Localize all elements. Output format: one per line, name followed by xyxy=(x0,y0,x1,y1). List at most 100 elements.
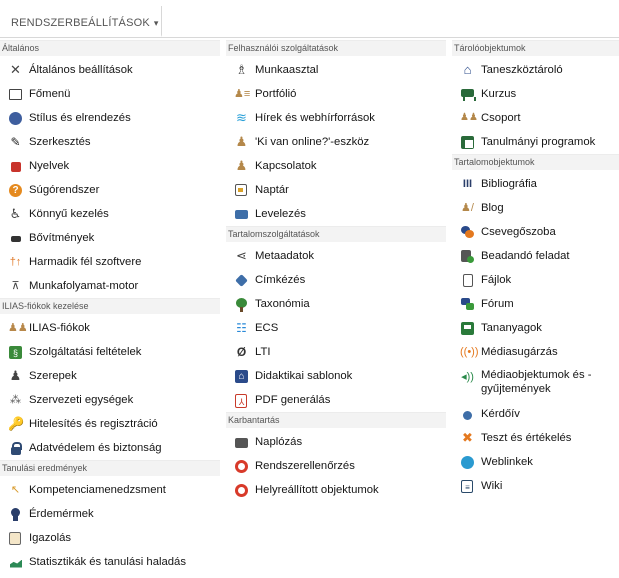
study-programme-icon xyxy=(460,135,475,150)
menu-item-contacts[interactable]: ♟ Kapcsolatok xyxy=(226,154,446,178)
template-icon: ⌂ xyxy=(234,369,249,384)
menu-item-plugins[interactable]: Bővítmények xyxy=(0,226,220,250)
menu-item-forum[interactable]: Fórum xyxy=(452,292,619,316)
menu-item-style[interactable]: Stílus és elrendezés xyxy=(0,106,220,130)
menu-column-3: Tárolóobjektumok ⌂ Taneszköztároló Kurzu… xyxy=(452,40,619,498)
menu-item-mediacast[interactable]: ((•)) Médiasugárzás xyxy=(452,340,619,364)
course-icon xyxy=(460,87,476,102)
menu-item-org-units[interactable]: ⁂ Szervezeti egységek xyxy=(0,388,220,412)
menu-item-news[interactable]: ≋ Hírek és webhírforrások xyxy=(226,106,446,130)
menu-item-badges[interactable]: Érdemérmek xyxy=(0,502,220,526)
menu-item-languages[interactable]: Nyelvek xyxy=(0,154,220,178)
menu-item-main-menu[interactable]: Főmenü xyxy=(0,82,220,106)
menu-item-ecs[interactable]: ☷ ECS xyxy=(226,316,446,340)
bibliography-icon: III xyxy=(462,177,473,190)
menu-item-files[interactable]: Fájlok xyxy=(452,268,619,292)
mail-icon xyxy=(234,207,249,222)
plugin-icon xyxy=(8,231,23,246)
menu-item-who-is-online[interactable]: ♟ 'Ki van online?'-eszköz xyxy=(226,130,446,154)
help-icon: ? xyxy=(8,183,23,198)
menu-item-workflow[interactable]: ⊼ Munkafolyamat-motor xyxy=(0,274,220,298)
exercise-icon xyxy=(460,249,475,264)
ecs-icon: ☷ xyxy=(236,320,247,335)
repository-icon: ⌂ xyxy=(463,61,472,77)
menu-item-roles[interactable]: ♟ Szerepek xyxy=(0,364,220,388)
tab-bar: RENDSZERBEÁLLÍTÁSOK ▾ xyxy=(0,0,619,38)
group-title-user-services: Felhasználói szolgáltatások xyxy=(226,40,446,56)
menu-item-group[interactable]: ♟♟ Csoport xyxy=(452,106,619,130)
menu-item-logging[interactable]: Naplózás xyxy=(226,430,446,454)
org-units-icon: ⁂ xyxy=(10,393,21,406)
menu-item-accounts[interactable]: ♟♟ ILIAS-fiókok xyxy=(0,316,220,340)
rss-icon: ≋ xyxy=(236,109,247,125)
menu-item-mail[interactable]: Levelezés xyxy=(226,202,446,226)
menu-item-tagging[interactable]: Címkézés xyxy=(226,268,446,292)
group-title-accounts: ILIAS-fiókok kezelése xyxy=(0,298,220,314)
users-icon: ♟♟ xyxy=(8,321,28,334)
menu-item-calendar[interactable]: Naptár xyxy=(226,178,446,202)
menu-item-authentication[interactable]: 🔑 Hitelesítés és regisztráció xyxy=(0,412,220,436)
menu-item-metadata[interactable]: ⋖ Metaadatok xyxy=(226,244,446,268)
tab-rendszerbeallitasok[interactable]: RENDSZERBEÁLLÍTÁSOK ▾ xyxy=(0,6,162,37)
menu-item-chatroom[interactable]: Csevegőszoba xyxy=(452,220,619,244)
menu-item-course[interactable]: Kurzus xyxy=(452,82,619,106)
menu-item-survey[interactable]: Kérdőív xyxy=(452,402,619,426)
media-icon: ◂)) xyxy=(461,371,474,383)
menu-item-accessibility[interactable]: ♿ Könnyű kezelés xyxy=(0,202,220,226)
menu-item-taxonomy[interactable]: Taxonómia xyxy=(226,292,446,316)
language-icon xyxy=(8,159,23,174)
role-icon: ♟ xyxy=(9,367,22,383)
menu-item-portfolio[interactable]: ♟≡ Portfólió xyxy=(226,82,446,106)
menu-item-editing[interactable]: ✎ Szerkesztés xyxy=(0,130,220,154)
workflow-icon: ⊼ xyxy=(11,279,20,292)
menu-item-statistics[interactable]: Statisztikák és tanulási haladás xyxy=(0,550,220,574)
certificate-icon xyxy=(8,531,23,546)
group-title-general: Általános xyxy=(0,40,220,56)
menu-item-repository[interactable]: ⌂ Taneszköztároló xyxy=(452,58,619,82)
terms-icon: § xyxy=(8,345,23,360)
menu-item-lti[interactable]: Ø LTI xyxy=(226,340,446,364)
contacts-icon: ♟ xyxy=(235,157,248,173)
learning-module-icon xyxy=(460,321,475,336)
lifebuoy-icon xyxy=(234,459,249,474)
tab-divider xyxy=(0,37,619,38)
menu-item-learning-modules[interactable]: Tananyagok xyxy=(452,316,619,340)
menu-item-didactic-templates[interactable]: ⌂ Didaktikai sablonok xyxy=(226,364,446,388)
menu-item-study-programmes[interactable]: Tanulmányi programok xyxy=(452,130,619,154)
test-icon: ✖ xyxy=(462,429,473,445)
menu-item-system-check[interactable]: Rendszerellenőrzés xyxy=(226,454,446,478)
menu-item-media-objects[interactable]: ◂)) Médiaobjektumok és -gyűjtemények xyxy=(452,364,619,402)
group-icon: ♟♟ xyxy=(460,111,478,123)
accessibility-icon: ♿ xyxy=(9,205,22,221)
menu-item-third-party[interactable]: †↑ Harmadik fél szoftvere xyxy=(0,250,220,274)
tools-icon: ✕ xyxy=(10,61,21,77)
chevron-down-icon: ▾ xyxy=(153,18,159,28)
menu-item-restored-objects[interactable]: Helyreállított objektumok xyxy=(226,478,446,502)
chat-icon xyxy=(460,225,475,240)
monitor-icon xyxy=(8,87,23,102)
menu-item-privacy[interactable]: Adatvédelem és biztonság xyxy=(0,436,220,460)
menu-item-general-settings[interactable]: ✕ Általános beállítások xyxy=(0,58,220,82)
menu-item-bibliography[interactable]: III Bibliográfia xyxy=(452,172,619,196)
log-icon xyxy=(234,435,249,450)
survey-icon xyxy=(460,407,475,422)
menu-item-competences[interactable]: ↖ Kompetenciamenedzsment xyxy=(0,478,220,502)
menu-item-exercise[interactable]: Beadandó feladat xyxy=(452,244,619,268)
menu-item-certificate[interactable]: Igazolás xyxy=(0,526,220,550)
menu-item-blog[interactable]: ♟/ Blog xyxy=(452,196,619,220)
tree-icon xyxy=(234,297,249,312)
competence-icon: ↖ xyxy=(10,483,21,496)
menu-item-test[interactable]: ✖ Teszt és értékelés xyxy=(452,426,619,450)
tag-icon xyxy=(234,273,249,288)
pdf-icon: ⅄ xyxy=(234,393,249,408)
menu-item-pdf-generation[interactable]: ⅄ PDF generálás xyxy=(226,388,446,412)
menu-item-wiki[interactable]: ≡ Wiki xyxy=(452,474,619,498)
tab-label: RENDSZERBEÁLLÍTÁSOK xyxy=(11,17,150,29)
pen-icon: ✎ xyxy=(10,134,21,149)
menu-item-dashboard[interactable]: ♗ Munkaasztal xyxy=(226,58,446,82)
menu-item-weblinks[interactable]: Weblinkek xyxy=(452,450,619,474)
badge-icon xyxy=(8,507,23,522)
menu-item-terms[interactable]: § Szolgáltatási feltételek xyxy=(0,340,220,364)
menu-item-help[interactable]: ? Súgórendszer xyxy=(0,178,220,202)
portfolio-icon: ♟≡ xyxy=(234,87,251,100)
